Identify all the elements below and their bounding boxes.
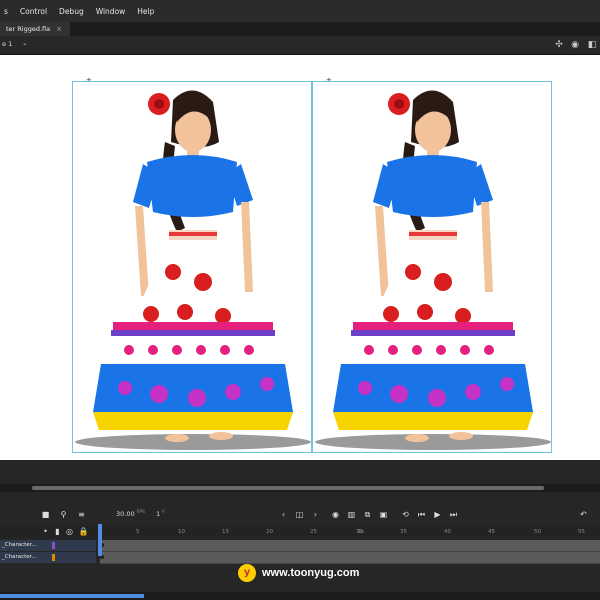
dot-icon: • (43, 527, 48, 536)
ruler-tick: 20 (266, 529, 273, 535)
eye-icon[interactable]: ◎ (64, 526, 75, 537)
edit-bar: e 1 ⌄ ✣ ◉ ◧ (0, 36, 600, 55)
highlight-icon[interactable]: ▮ (52, 526, 63, 537)
camera-icon[interactable]: ◉ (569, 39, 581, 51)
frame-ruler[interactable]: 1s 5 10 15 20 25 30 35 40 45 50 55 (100, 526, 600, 538)
artboard-right (312, 81, 552, 453)
character-girl-right[interactable] (313, 82, 551, 452)
chevron-right-icon[interactable]: › (310, 509, 321, 520)
fps-unit: FPS (136, 510, 145, 515)
menu-item-debug[interactable]: Debug (59, 7, 84, 16)
menu-item-window[interactable]: Window (96, 7, 126, 16)
menu-item-help[interactable]: Help (137, 7, 154, 16)
menu-bar: s Control Debug Window Help (0, 0, 600, 22)
timeline-controls: ■ ⚲ ≡ 30.00 FPS 1 F ‹ ◫ › ◉ ▥ ⧉ ▣ ⟲ ⏮ ▶ … (0, 504, 600, 526)
step-forward-icon[interactable]: ⏭ (448, 509, 459, 520)
scene-label[interactable]: e 1 (2, 40, 12, 48)
toonyug-logo-icon: y (238, 564, 256, 582)
layer-color-swatch[interactable] (52, 554, 55, 561)
onion-skin-icon[interactable]: ◉ (330, 509, 341, 520)
artboard-left (72, 81, 312, 453)
menu-item-partial[interactable]: s (4, 7, 8, 16)
scrollbar-thumb[interactable] (0, 594, 144, 598)
layers-icon[interactable]: ◧ (586, 39, 598, 51)
document-tabbar: ter Rigged.fla × (0, 22, 600, 37)
edit-multiple-frames-icon[interactable]: ⧉ (362, 509, 373, 520)
ruler-tick: 5 (136, 529, 140, 535)
frame-value: 1 (156, 510, 161, 518)
ruler-tick: 35 (400, 529, 407, 535)
layer-color-swatch[interactable] (52, 542, 55, 549)
undo-icon[interactable]: ↶ (578, 509, 589, 520)
stage[interactable]: + + (0, 55, 600, 460)
ruler-tick: 55 (578, 529, 585, 535)
ruler-tick: 45 (488, 529, 495, 535)
playhead[interactable] (98, 524, 102, 556)
layer-parenting-icon[interactable]: ⚲ (58, 509, 69, 520)
onion-outline-icon[interactable]: ▥ (346, 509, 357, 520)
ruler-tick: 30 (356, 529, 363, 535)
scrollbar-thumb[interactable] (32, 486, 544, 490)
step-back-icon[interactable]: ⏮ (416, 509, 427, 520)
document-tab[interactable]: ter Rigged.fla × (0, 22, 71, 36)
layer-row[interactable]: _Character... (0, 540, 600, 552)
fps-readout[interactable]: 30.00 FPS (116, 510, 145, 518)
ruler-tick: 10 (178, 529, 185, 535)
insert-keyframe-icon[interactable]: ◫ (294, 509, 305, 520)
frame-range-icon[interactable]: ▣ (378, 509, 389, 520)
camera-icon[interactable]: ■ (40, 509, 51, 520)
ruler-tick: 40 (444, 529, 451, 535)
lock-icon[interactable]: 🔒 (78, 526, 89, 537)
layer-frames[interactable] (100, 540, 600, 552)
ruler-tick: 25 (310, 529, 317, 535)
frame-unit: F (162, 510, 165, 515)
watermark: y www.toonyug.com (238, 562, 402, 584)
ruler-tick: 15 (222, 529, 229, 535)
watermark-text: www.toonyug.com (262, 567, 360, 579)
layer-name[interactable]: _Character... (0, 552, 96, 563)
snap-icon[interactable]: ✣ (553, 39, 565, 51)
document-tab-title: ter Rigged.fla (6, 25, 51, 33)
close-icon[interactable]: × (56, 25, 62, 33)
timeline-horizontal-scrollbar[interactable] (0, 592, 600, 600)
show-all-layers-icon[interactable]: ≡ (76, 509, 87, 520)
stage-horizontal-scrollbar[interactable] (0, 484, 600, 492)
layer-name[interactable]: _Character... (0, 540, 96, 551)
ruler-tick: 50 (534, 529, 541, 535)
fps-value: 30.00 (116, 510, 135, 518)
menu-item-control[interactable]: Control (20, 7, 47, 16)
play-icon[interactable]: ▶ (432, 509, 443, 520)
frame-readout[interactable]: 1 F (156, 510, 165, 518)
character-girl-left[interactable] (73, 82, 311, 452)
loop-icon[interactable]: ⟲ (400, 509, 411, 520)
chevron-down-icon[interactable]: ⌄ (22, 39, 28, 47)
chevron-left-icon[interactable]: ‹ (278, 509, 289, 520)
